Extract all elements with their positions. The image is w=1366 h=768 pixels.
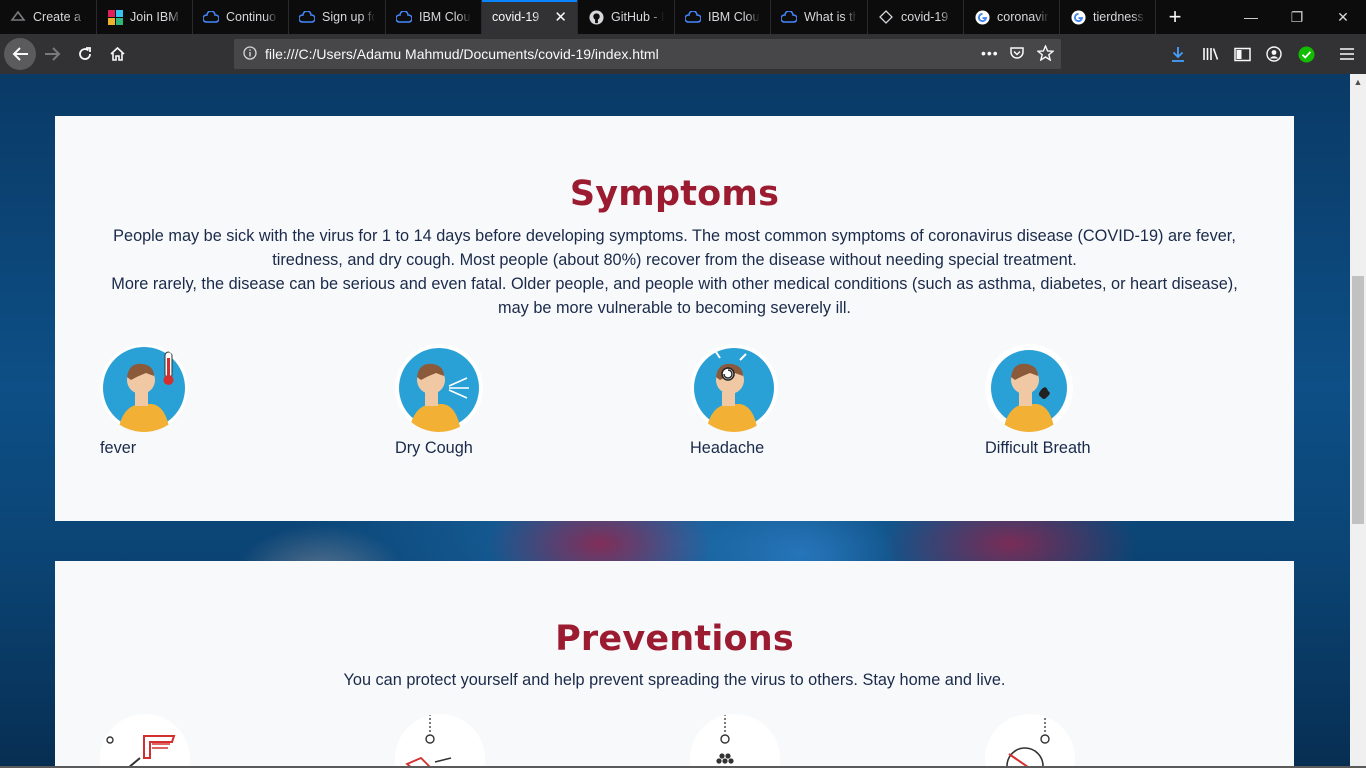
tab[interactable]: IBM Cloud	[675, 0, 771, 34]
tab-label: Join IBM C	[130, 10, 182, 24]
hand-wash-icon	[106, 735, 176, 768]
symptom-label: Dry Cough	[395, 439, 473, 457]
url-text[interactable]: file:///C:/Users/Adamu Mahmud/Documents/…	[265, 46, 659, 62]
ibm-cloud-icon	[685, 9, 701, 25]
pocket-icon[interactable]	[1009, 45, 1025, 66]
ibm-cloud-icon	[10, 9, 26, 25]
page-viewport: Symptoms People may be sick with the vir…	[0, 74, 1350, 768]
tab-label: Continuo	[226, 10, 277, 24]
account-icon[interactable]	[1262, 42, 1286, 66]
codepen-icon	[878, 9, 894, 25]
tab[interactable]: IBM Cloud	[386, 0, 482, 34]
google-icon	[1070, 9, 1086, 25]
reload-button[interactable]	[69, 38, 101, 70]
arrow-left-icon	[12, 47, 28, 61]
tab[interactable]: What is th	[771, 0, 868, 34]
symptom-dry-cough: Dry Cough	[395, 344, 483, 457]
downloads-icon[interactable]	[1166, 42, 1190, 66]
scroll-up-icon[interactable]: ▲	[1350, 74, 1366, 90]
tab[interactable]: GitHub - I	[578, 0, 675, 34]
cough-icon	[395, 344, 483, 432]
close-window-icon[interactable]: ✕	[1320, 0, 1366, 34]
symptoms-paragraph: People may be sick with the virus for 1 …	[113, 227, 1236, 269]
tab-label: covid-19	[492, 10, 540, 24]
preventions-paragraph: You can protect yourself and help preven…	[343, 671, 1006, 689]
symptom-difficult-breath: Difficult Breath	[985, 344, 1091, 457]
symptoms-title: Symptoms	[569, 174, 780, 214]
tab-label: covid-19	[901, 10, 949, 24]
headache-icon	[690, 344, 778, 432]
reload-icon	[79, 47, 91, 60]
tab-label: IBM Cloud	[708, 10, 760, 24]
breath-icon	[985, 344, 1073, 432]
ibm-cloud-icon	[203, 9, 219, 25]
forward-button[interactable]	[37, 38, 69, 70]
prevention-item	[395, 714, 485, 768]
tab-label: Create a q	[33, 10, 86, 24]
tab[interactable]: coronavir	[964, 0, 1060, 34]
avoid-touch-icon	[1006, 714, 1050, 768]
ibm-cloud-icon	[299, 9, 315, 25]
arrow-right-icon	[45, 47, 61, 61]
home-button[interactable]	[101, 38, 133, 70]
back-button[interactable]	[4, 38, 36, 70]
menu-icon[interactable]	[1335, 42, 1359, 66]
tab[interactable]: Sign up fo	[289, 0, 386, 34]
symptom-label: Difficult Breath	[985, 439, 1091, 457]
ibm-cloud-icon	[781, 9, 797, 25]
symptom-fever: fever	[100, 344, 188, 457]
ibm-cloud-icon	[396, 9, 412, 25]
minimize-icon[interactable]: —	[1228, 0, 1274, 34]
info-icon[interactable]	[243, 46, 257, 65]
tab-label: What is th	[804, 10, 857, 24]
restore-icon[interactable]: ❐	[1274, 0, 1320, 34]
prevention-item	[690, 714, 780, 768]
tab[interactable]: Join IBM C	[97, 0, 193, 34]
cough-etiquette-icon	[405, 714, 452, 768]
symptoms-paragraph: More rarely, the disease can be serious …	[111, 275, 1238, 317]
tab-label: GitHub - I	[611, 10, 664, 24]
tab-label: Sign up fo	[322, 10, 375, 24]
symptom-label: Headache	[690, 439, 765, 457]
tab[interactable]: Continuo	[193, 0, 289, 34]
symptom-label: fever	[100, 439, 137, 457]
slack-icon	[107, 9, 123, 25]
symptoms-section: Symptoms People may be sick with the vir…	[55, 116, 1294, 521]
tab-strip: Create a q Join IBM C Continuo Sign up f…	[0, 0, 1366, 34]
preventions-section: Preventions You can protect yourself and…	[55, 561, 1294, 768]
tab[interactable]: Create a q	[0, 0, 97, 34]
tab-label: coronavir	[997, 10, 1049, 24]
scrollbar-thumb[interactable]	[1352, 276, 1364, 524]
bookmark-star-icon[interactable]	[1036, 44, 1055, 66]
prevention-item	[985, 714, 1075, 768]
scrollbar[interactable]: ▲	[1350, 74, 1366, 768]
github-icon	[588, 9, 604, 25]
close-icon[interactable]: ✕	[554, 8, 567, 26]
google-icon	[974, 9, 990, 25]
tab-label: IBM Cloud	[419, 10, 471, 24]
address-bar[interactable]: file:///C:/Users/Adamu Mahmud/Documents/…	[234, 39, 1061, 69]
preventions-title: Preventions	[555, 619, 794, 659]
library-icon[interactable]	[1198, 42, 1222, 66]
symptom-headache: Headache	[690, 344, 778, 457]
sidebar-icon[interactable]	[1230, 42, 1254, 66]
navigation-toolbar: file:///C:/Users/Adamu Mahmud/Documents/…	[0, 34, 1366, 74]
stay-home-icon	[716, 714, 734, 764]
new-tab-button[interactable]: +	[1158, 0, 1192, 34]
prevention-item	[100, 714, 190, 768]
page-actions-icon[interactable]: •••	[981, 45, 999, 61]
home-icon	[109, 46, 125, 61]
tab-active[interactable]: covid-19 ✕	[482, 0, 578, 34]
tab[interactable]: covid-19	[868, 0, 964, 34]
tab[interactable]: tierdness	[1060, 0, 1156, 34]
tab-label: tierdness	[1093, 10, 1144, 24]
check-extension-icon[interactable]	[1294, 42, 1318, 66]
fever-icon	[100, 344, 188, 432]
